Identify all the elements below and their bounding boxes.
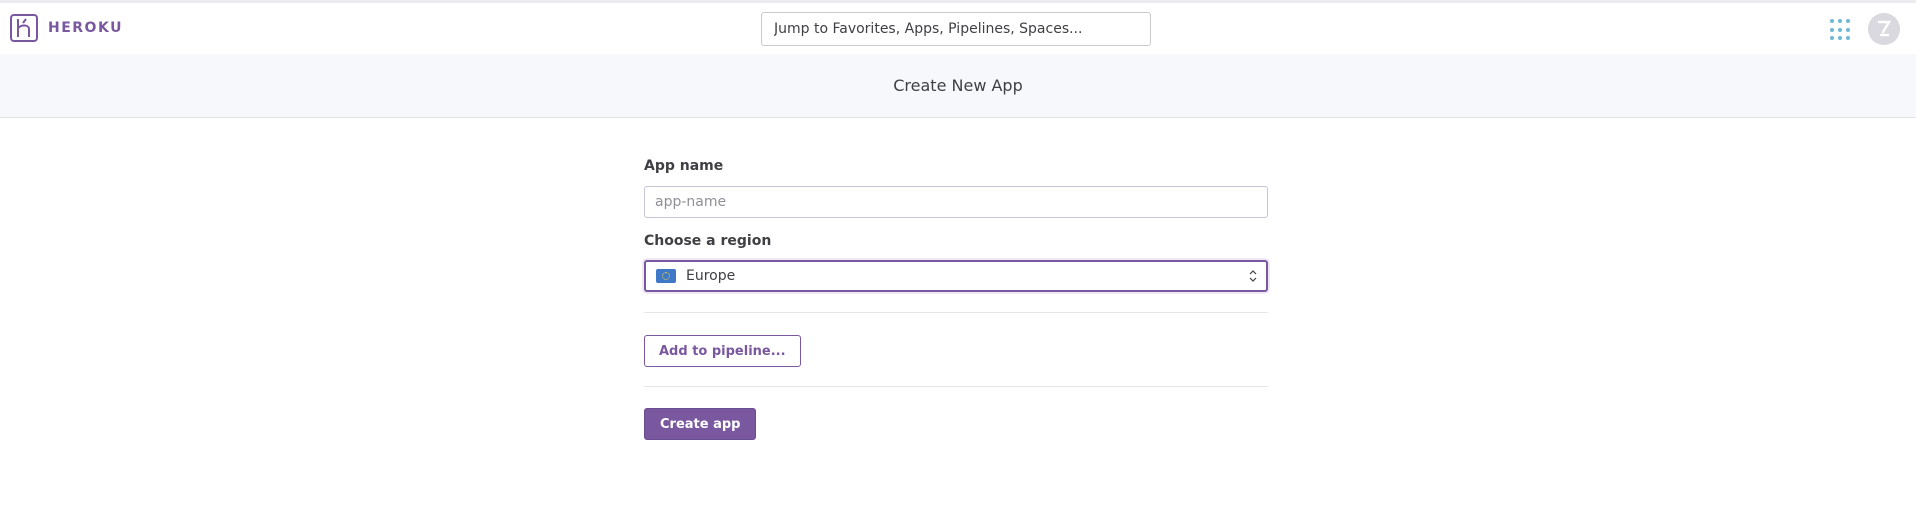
section-divider (644, 386, 1268, 387)
brand-name: HEROKU (48, 20, 123, 36)
section-divider (644, 312, 1268, 313)
select-chevrons-icon (1249, 270, 1257, 282)
region-select[interactable]: Europe (644, 260, 1268, 292)
create-app-button[interactable]: Create app (644, 408, 757, 440)
heroku-logo[interactable]: HEROKU (10, 14, 123, 42)
global-search-input[interactable] (761, 12, 1151, 46)
grid-dots-icon[interactable] (1830, 19, 1852, 41)
app-name-input[interactable] (644, 186, 1268, 218)
heroku-logo-icon (10, 14, 38, 42)
user-avatar-icon[interactable] (1868, 13, 1900, 45)
eu-flag-icon (656, 269, 676, 283)
page-header: Create New App (0, 54, 1916, 118)
region-label: Choose a region (644, 233, 772, 249)
region-selected-value: Europe (686, 268, 736, 284)
top-nav: HEROKU (0, 0, 1916, 57)
add-to-pipeline-button[interactable]: Add to pipeline... (644, 335, 801, 367)
app-name-label: App name (644, 158, 724, 174)
page-title: Create New App (893, 76, 1023, 95)
